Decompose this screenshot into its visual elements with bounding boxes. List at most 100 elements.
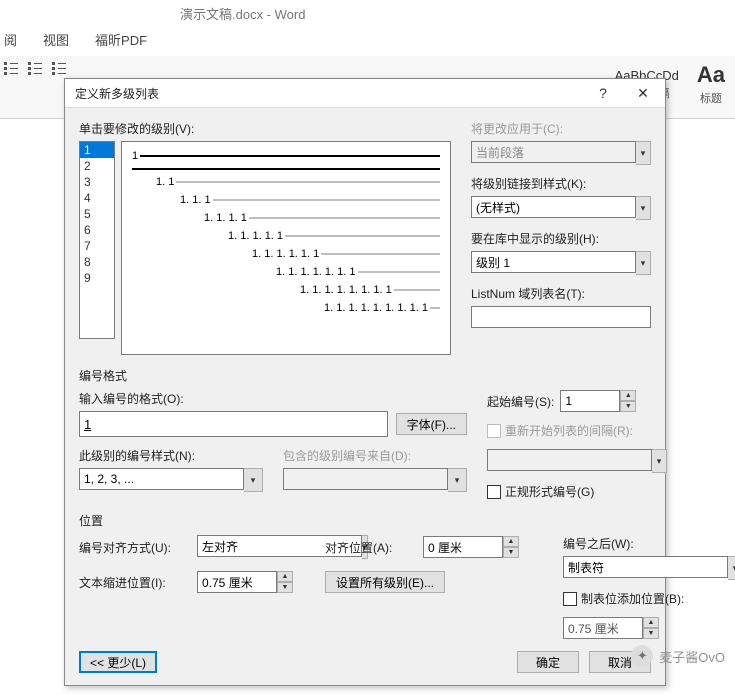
preview-num: 1. 1 bbox=[156, 176, 174, 188]
link-style-input[interactable] bbox=[471, 196, 636, 218]
chevron-down-icon[interactable]: ▾ bbox=[636, 141, 651, 165]
include-from-label: 包含的级别编号来自(D): bbox=[283, 447, 467, 464]
tab-foxit[interactable]: 福昕PDF bbox=[95, 30, 147, 56]
style-heading[interactable]: Aa 标题 bbox=[697, 62, 725, 106]
preview-pane: 1 1. 1 1. 1. 1 1. 1. 1. 1 1. 1. 1. 1. 1 … bbox=[121, 141, 451, 355]
indent-input[interactable] bbox=[197, 571, 277, 593]
align-label: 编号对齐方式(U): bbox=[79, 539, 189, 556]
multilevel-icon[interactable] bbox=[52, 60, 66, 74]
level-item[interactable]: 8 bbox=[80, 254, 114, 270]
number-format-group: 编号格式 bbox=[79, 367, 651, 384]
level-item[interactable]: 4 bbox=[80, 190, 114, 206]
spin-up-icon: ▲ bbox=[643, 617, 659, 628]
number-style-input[interactable] bbox=[79, 468, 244, 490]
level-item[interactable]: 7 bbox=[80, 238, 114, 254]
chevron-down-icon[interactable]: ▾ bbox=[636, 196, 651, 220]
tab-view[interactable]: 视图 bbox=[43, 30, 69, 56]
indent-label: 文本缩进位置(I): bbox=[79, 574, 189, 591]
align-at-spinner[interactable]: ▲▼ bbox=[423, 536, 543, 558]
align-combo[interactable]: ▾ bbox=[197, 535, 287, 559]
watermark: ✦ 麦子酱OvO bbox=[631, 645, 725, 667]
close-button[interactable]: ✕ bbox=[623, 80, 663, 106]
level-item[interactable]: 1 bbox=[80, 142, 114, 158]
style-sample-aa: Aa bbox=[697, 62, 725, 88]
level-item[interactable]: 9 bbox=[80, 270, 114, 286]
spin-down-icon[interactable]: ▼ bbox=[503, 547, 519, 558]
indent-spinner[interactable]: ▲▼ bbox=[197, 571, 317, 593]
watermark-text: 麦子酱OvO bbox=[659, 647, 725, 666]
gallery-level-input[interactable] bbox=[471, 251, 636, 273]
enter-format-label: 输入编号的格式(O): bbox=[79, 390, 467, 407]
include-from-input bbox=[283, 468, 448, 490]
font-button[interactable]: 字体(F)... bbox=[396, 413, 467, 435]
restart-input bbox=[487, 449, 652, 471]
define-multilevel-dialog: 定义新多级列表 ? ✕ 单击要修改的级别(V): 1 2 3 4 bbox=[64, 78, 666, 686]
tab-at-input bbox=[563, 617, 643, 639]
listnum-input[interactable] bbox=[471, 306, 651, 328]
preview-num: 1. 1. 1. 1. 1 bbox=[228, 230, 283, 242]
start-at-input[interactable] bbox=[560, 390, 620, 412]
tab-at-spinner: ▲▼ bbox=[563, 617, 735, 639]
preview-num: 1. 1. 1. 1. 1. 1. 1 bbox=[276, 266, 356, 278]
start-at-spinner[interactable]: ▲▼ bbox=[560, 390, 636, 412]
number-style-combo[interactable]: ▾ bbox=[79, 468, 263, 492]
link-style-label: 将级别链接到样式(K): bbox=[471, 175, 651, 192]
number-style-label: 此级别的编号样式(N): bbox=[79, 447, 263, 464]
align-at-label: 对齐位置(A): bbox=[325, 539, 415, 556]
listnum-label: ListNum 域列表名(T): bbox=[471, 285, 651, 302]
preview-num: 1. 1. 1. 1. 1. 1. 1. 1 bbox=[300, 284, 392, 296]
restart-label: 重新开始列表的间隔(R): bbox=[505, 422, 633, 439]
apply-to-label: 将更改应用于(C): bbox=[471, 120, 651, 137]
preview-num: 1. 1. 1. 1 bbox=[204, 212, 247, 224]
style-label-heading: 标题 bbox=[697, 90, 725, 106]
app-title: 演示文稿.docx - Word bbox=[0, 0, 735, 30]
spin-up-icon[interactable]: ▲ bbox=[503, 536, 519, 547]
level-item[interactable]: 6 bbox=[80, 222, 114, 238]
chevron-down-icon[interactable]: ▾ bbox=[636, 251, 651, 275]
tab-at-checkbox[interactable]: 制表位添加位置(B): bbox=[563, 590, 735, 607]
spin-up-icon[interactable]: ▲ bbox=[620, 390, 636, 401]
apply-to-input bbox=[471, 141, 636, 163]
click-level-label: 单击要修改的级别(V): bbox=[79, 120, 451, 137]
spin-down-icon: ▼ bbox=[643, 628, 659, 639]
chevron-down-icon[interactable]: ▾ bbox=[244, 468, 263, 492]
level-item[interactable]: 2 bbox=[80, 158, 114, 174]
spin-down-icon[interactable]: ▼ bbox=[277, 582, 293, 593]
gallery-level-combo[interactable]: ▾ bbox=[471, 251, 651, 275]
number-format-input[interactable] bbox=[79, 411, 388, 437]
legal-label: 正规形式编号(G) bbox=[505, 483, 594, 500]
gallery-level-label: 要在库中显示的级别(H): bbox=[471, 230, 651, 247]
position-group: 位置 bbox=[79, 512, 651, 529]
chevron-down-icon[interactable]: ▾ bbox=[728, 556, 735, 580]
spin-down-icon[interactable]: ▼ bbox=[620, 401, 636, 412]
chevron-down-icon: ▾ bbox=[652, 449, 667, 473]
ok-button[interactable]: 确定 bbox=[517, 651, 579, 673]
numbering-icon[interactable] bbox=[28, 60, 42, 74]
start-at-label: 起始编号(S): bbox=[487, 393, 554, 410]
restart-checkbox: 重新开始列表的间隔(R): bbox=[487, 422, 667, 439]
less-button[interactable]: << 更少(L) bbox=[79, 651, 157, 673]
apply-to-combo[interactable]: ▾ bbox=[471, 141, 651, 165]
preview-num: 1. 1. 1. 1. 1. 1 bbox=[252, 248, 319, 260]
wechat-icon: ✦ bbox=[631, 645, 653, 667]
include-from-combo[interactable]: ▾ bbox=[283, 468, 467, 492]
level-listbox[interactable]: 1 2 3 4 5 6 7 8 9 bbox=[79, 141, 115, 339]
level-item[interactable]: 3 bbox=[80, 174, 114, 190]
set-all-levels-button[interactable]: 设置所有级别(E)... bbox=[325, 571, 445, 593]
tab-review[interactable]: 阅 bbox=[4, 30, 17, 56]
legal-checkbox[interactable]: 正规形式编号(G) bbox=[487, 483, 667, 500]
dialog-title: 定义新多级列表 bbox=[75, 85, 159, 102]
preview-num: 1 bbox=[132, 150, 138, 162]
link-style-combo[interactable]: ▾ bbox=[471, 196, 651, 220]
bullets-icon[interactable] bbox=[4, 60, 18, 74]
restart-combo: ▾ bbox=[487, 449, 667, 473]
follow-label: 编号之后(W): bbox=[563, 535, 735, 552]
preview-num: 1. 1. 1 bbox=[180, 194, 211, 206]
chevron-down-icon[interactable]: ▾ bbox=[448, 468, 467, 492]
follow-input[interactable] bbox=[563, 556, 728, 578]
help-button[interactable]: ? bbox=[583, 80, 623, 106]
align-at-input[interactable] bbox=[423, 536, 503, 558]
follow-combo[interactable]: ▾ bbox=[563, 556, 735, 580]
spin-up-icon[interactable]: ▲ bbox=[277, 571, 293, 582]
level-item[interactable]: 5 bbox=[80, 206, 114, 222]
